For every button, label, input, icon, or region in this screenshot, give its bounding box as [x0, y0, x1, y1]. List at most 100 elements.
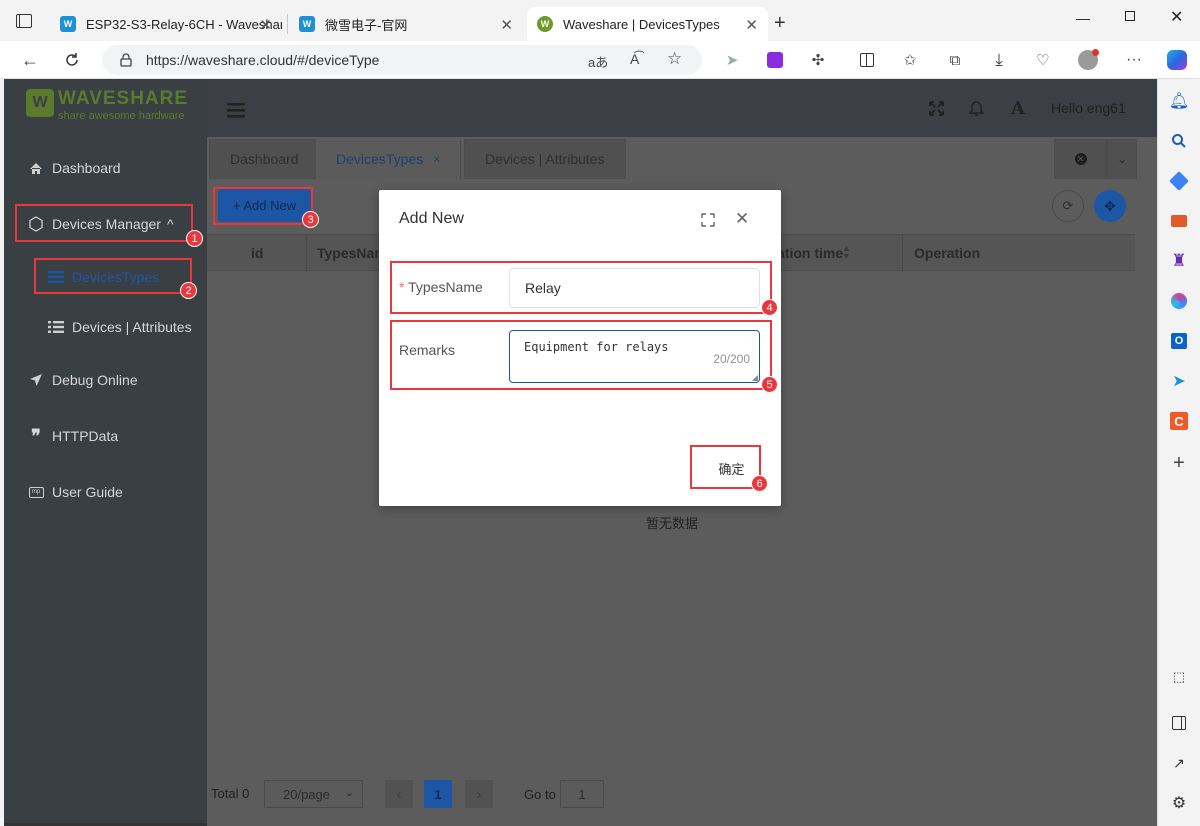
tab-label: Dashboard	[230, 151, 299, 167]
settings-more-icon[interactable]: ···	[1124, 50, 1144, 70]
prev-page-button[interactable]: ‹	[385, 780, 413, 808]
shopping-tag-icon[interactable]	[1169, 171, 1189, 191]
sidebar-settings-gear-icon[interactable]: ⚙	[1169, 793, 1189, 813]
column-header-id: id	[251, 245, 264, 261]
games-chess-icon[interactable]: ♜	[1169, 251, 1189, 271]
refresh-icon[interactable]	[62, 50, 82, 70]
annotation-badge: 3	[302, 211, 319, 228]
empty-table-text: 暂无数据	[646, 516, 699, 531]
waveshare-favicon-icon: W	[299, 16, 315, 32]
page-number-button[interactable]: 1	[424, 780, 452, 808]
split-screen-icon[interactable]	[857, 50, 877, 70]
sidebar-item-devicestypes[interactable]: DevicesTypes	[4, 257, 207, 297]
edge-sidebar: 🔔︎ ♜ O ➤ C + ⬚ ↗ ⚙	[1157, 79, 1200, 826]
dialog-fullscreen-icon[interactable]	[701, 213, 715, 227]
search-icon[interactable]	[1169, 131, 1189, 151]
sidebar-item-devices-manager[interactable]: Devices Manager ^	[4, 204, 207, 244]
hexagon-icon	[28, 216, 44, 232]
list-bullets-icon	[48, 319, 64, 335]
logo-tagline: share awesome hardware	[58, 110, 185, 122]
add-sidebar-app-icon[interactable]: +	[1169, 452, 1189, 474]
tab-label: Devices | Attributes	[485, 151, 605, 167]
annotation-badge: 5	[761, 376, 778, 393]
tab-close-icon[interactable]: ×	[433, 152, 440, 166]
read-aloud-icon[interactable]: A͡	[630, 51, 639, 67]
annotation-badge: 1	[186, 230, 203, 247]
maximize-icon[interactable]	[1125, 11, 1135, 21]
notifications-bell-icon[interactable]: 🔔︎	[1169, 91, 1189, 111]
hide-sidebar-icon[interactable]	[1169, 713, 1189, 733]
sidebar-item-label: Devices | Attributes	[72, 319, 192, 335]
browser-tab-weixue[interactable]: W 微雪电子-官网 ✕	[289, 7, 523, 41]
waveshare-logo: W WAVESHARE share awesome hardware	[26, 89, 188, 123]
fullscreen-icon[interactable]	[929, 101, 944, 116]
send-telegram-icon[interactable]: ➤	[1169, 371, 1189, 391]
downloads-icon[interactable]: ⤓	[989, 50, 1009, 70]
tools-briefcase-icon[interactable]	[1169, 211, 1189, 231]
next-page-button[interactable]: ›	[465, 780, 493, 808]
sort-caret-icon[interactable]: ▲ ▼	[842, 244, 851, 261]
typesname-label: * TypesName	[399, 279, 483, 295]
close-all-tabs-button[interactable]: ✕	[1054, 139, 1107, 179]
copilot-icon[interactable]	[1167, 50, 1187, 70]
c-app-icon[interactable]: C	[1169, 411, 1189, 431]
extension-arrow-icon[interactable]: ➤	[722, 50, 742, 70]
move-cross-icon[interactable]: ✥	[1094, 190, 1126, 222]
translate-icon[interactable]: aあ	[588, 52, 608, 71]
tab-devices-attributes[interactable]: Devices | Attributes	[464, 139, 626, 179]
extensions-puzzle-icon[interactable]: ✣	[808, 50, 828, 70]
goto-label: Go to	[524, 787, 556, 802]
new-tab-icon[interactable]: +	[774, 12, 786, 35]
browser-toolbar: ← https://waveshare.cloud/#/deviceType a…	[0, 41, 1200, 79]
browser-essentials-icon[interactable]: ♡	[1033, 50, 1053, 70]
browser-tab-devicestypes[interactable]: W Waveshare | DevicesTypes ✕	[527, 7, 768, 41]
window-close-icon[interactable]: ✕	[1170, 7, 1183, 27]
browser-tab-esp32[interactable]: W ESP32-S3-Relay-6CH - Waveshar ✕	[50, 7, 282, 41]
minimize-icon[interactable]: —	[1076, 10, 1090, 26]
screenshot-icon[interactable]: ⬚	[1169, 667, 1189, 687]
user-greeting[interactable]: Hello eng61	[1051, 100, 1126, 116]
open-external-icon[interactable]: ↗	[1169, 753, 1189, 773]
hamburger-menu-icon[interactable]	[227, 103, 245, 118]
column-header-creation-time[interactable]: ation time	[777, 245, 843, 261]
remarks-label: Remarks	[399, 342, 456, 358]
sidebar-item-dashboard[interactable]: Dashboard	[4, 148, 207, 188]
add-new-button[interactable]: + Add New	[218, 189, 311, 222]
sidebar-item-label: Debug Online	[52, 372, 138, 388]
location-arrow-icon	[28, 372, 44, 388]
tab-dropdown-chevron-icon[interactable]: ⌄	[1107, 139, 1137, 179]
microsoft365-icon[interactable]	[1169, 291, 1189, 311]
font-size-icon[interactable]: A	[1011, 98, 1025, 119]
add-new-label: + Add New	[232, 198, 297, 213]
outlook-icon[interactable]: O	[1169, 331, 1189, 351]
sidebar-item-devices-attributes[interactable]: Devices | Attributes	[4, 307, 207, 347]
bell-icon[interactable]	[969, 100, 984, 117]
typesname-input[interactable]: Relay	[509, 268, 760, 308]
tab-dashboard[interactable]: Dashboard	[209, 139, 320, 179]
tab-devicestypes[interactable]: DevicesTypes ×	[316, 139, 462, 179]
sidebar-item-debug-online[interactable]: Debug Online	[4, 360, 207, 400]
dialog-close-icon[interactable]: ✕	[735, 209, 749, 229]
close-tab-icon[interactable]: ✕	[745, 16, 758, 34]
favorites-icon[interactable]: ✩	[900, 50, 920, 70]
sidebar-item-user-guide[interactable]: mp User Guide	[4, 472, 207, 512]
remarks-textarea[interactable]: Equipment for relays 20/200 ◢	[509, 330, 760, 383]
current-page-number: 1	[434, 786, 442, 802]
page-size-select[interactable]: 20/page ⌄	[264, 780, 363, 808]
extension-purple-icon[interactable]	[765, 50, 785, 70]
back-icon[interactable]: ←	[20, 50, 40, 70]
favorite-star-icon[interactable]: ☆	[667, 49, 682, 69]
tab-actions-icon[interactable]	[16, 14, 32, 28]
profile-avatar-icon[interactable]	[1078, 49, 1099, 70]
refresh-table-icon[interactable]: ⟳	[1052, 190, 1084, 222]
address-bar[interactable]: https://waveshare.cloud/#/deviceType aあ …	[102, 45, 702, 75]
collections-icon[interactable]: ⧉	[945, 50, 965, 70]
resize-handle-icon[interactable]: ◢	[752, 373, 758, 382]
browser-tab-title: Waveshare | DevicesTypes	[563, 16, 720, 32]
goto-page-input[interactable]: 1	[560, 780, 604, 808]
logo-text: WAVESHARE	[58, 88, 189, 109]
sidebar-item-label: Devices Manager	[52, 216, 161, 232]
sidebar-item-httpdata[interactable]: ❞ HTTPData	[4, 416, 207, 456]
close-tab-icon[interactable]: ✕	[500, 16, 513, 34]
close-tab-icon[interactable]: ✕	[259, 16, 272, 34]
